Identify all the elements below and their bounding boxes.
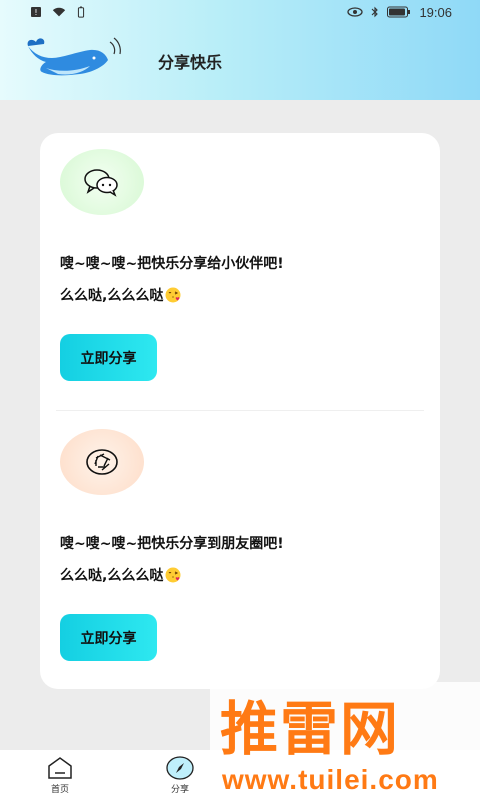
share-moments-subtext: 么么哒,么么么哒	[60, 565, 181, 585]
share-moments-subtext-label: 么么哒,么么么哒	[60, 568, 164, 584]
battery-saver-icon	[77, 6, 85, 18]
battery-icon	[387, 6, 411, 18]
share-moments-button[interactable]: 立即分享	[60, 614, 157, 661]
watermark-brand: 推雷网	[220, 695, 401, 763]
compass-icon	[166, 755, 194, 780]
wifi-icon	[52, 7, 66, 17]
moments-icon-circle	[60, 429, 144, 495]
kiss-emoji-icon	[165, 567, 181, 583]
page-title: 分享快乐	[158, 53, 223, 72]
share-friends-block: 嗖~嗖~嗖~把快乐分享给小伙伴吧! 么么哒,么么么哒 立即分享	[40, 133, 440, 403]
whale-logo	[27, 37, 121, 76]
wechat-icon	[84, 169, 118, 197]
share-moments-text: 嗖~嗖~嗖~把快乐分享到朋友圈吧!	[60, 536, 284, 552]
eye-icon	[347, 7, 364, 17]
home-icon	[48, 756, 72, 779]
kiss-emoji-icon	[165, 287, 181, 303]
share-friends-subtext-label: 么么哒,么么么哒	[60, 288, 164, 304]
share-friends-text: 嗖~嗖~嗖~把快乐分享给小伙伴吧!	[60, 256, 284, 272]
svg-text:!: !	[34, 8, 37, 17]
notification-icon: !	[31, 7, 41, 17]
moments-icon	[86, 449, 118, 475]
share-card: 嗖~嗖~嗖~把快乐分享给小伙伴吧! 么么哒,么么么哒 立即分享 嗖~嗖~嗖~把快…	[40, 133, 440, 689]
nav-label-home: 首页	[50, 784, 69, 795]
app-header: ! 19:06 分享快乐	[0, 0, 480, 100]
share-moments-block: 嗖~嗖~嗖~把快乐分享到朋友圈吧! 么么哒,么么么哒 立即分享	[40, 413, 440, 683]
bluetooth-icon	[372, 6, 379, 18]
nav-label-share: 分享	[170, 784, 189, 795]
watermark-overlay: 推雷网 www.tuilei.com	[210, 682, 480, 800]
divider	[56, 410, 424, 411]
nav-item-home[interactable]: 首页	[0, 750, 120, 800]
share-friends-subtext: 么么哒,么么么哒	[60, 285, 181, 305]
status-right: 19:06	[347, 5, 452, 20]
status-left: !	[30, 6, 88, 18]
status-time: 19:06	[419, 4, 452, 20]
watermark-url: www.tuilei.com	[222, 764, 439, 795]
share-friends-button[interactable]: 立即分享	[60, 334, 157, 381]
wechat-icon-circle	[60, 149, 144, 215]
status-bar: ! 19:06	[0, 0, 480, 24]
